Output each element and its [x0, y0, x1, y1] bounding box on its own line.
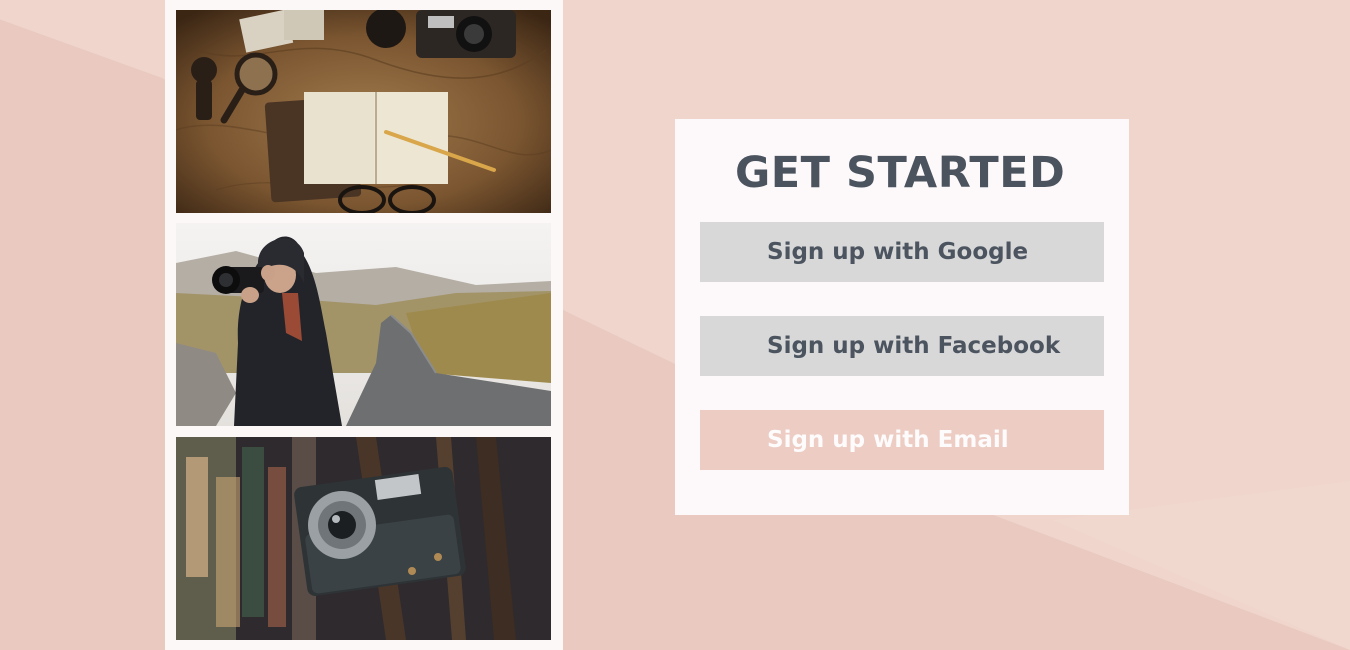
photo-travel-flatlay: [176, 10, 551, 213]
facebook-signup-button[interactable]: Sign up with Facebook: [700, 316, 1104, 376]
google-signup-button[interactable]: Sign up with Google: [700, 222, 1104, 282]
photo-gallery: [165, 0, 563, 650]
email-signup-button[interactable]: Sign up with Email: [700, 410, 1104, 470]
photo-photographer: [176, 223, 551, 426]
page-title: GET STARTED: [735, 148, 1066, 198]
photo-vintage-camera: [176, 437, 551, 640]
